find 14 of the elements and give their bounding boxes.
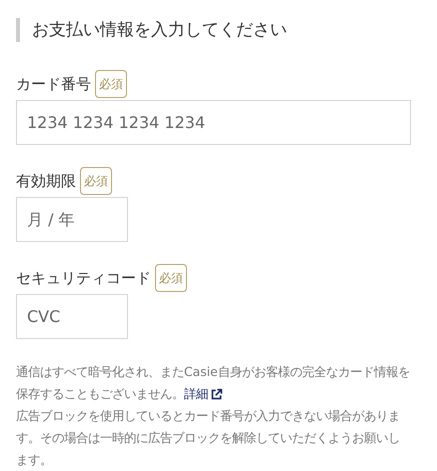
input-field[interactable]: CVC — [16, 294, 128, 339]
required-tag: 必須 — [80, 167, 112, 195]
input-field[interactable]: 月 / 年 — [16, 197, 128, 242]
field-label: 有効期限 — [16, 172, 76, 190]
notice-text: 通信はすべて暗号化され、またCasie自身がお客様の完全なカード情報を保存することもございません。詳細 — [16, 361, 411, 405]
input-field[interactable]: 1234 1234 1234 1234 — [16, 100, 411, 145]
external-link-icon — [210, 388, 223, 400]
required-tag: 必須 — [95, 70, 127, 98]
details-link[interactable]: 詳細 — [184, 383, 223, 405]
field-label: セキュリティコード — [16, 268, 151, 288]
field-label: カード番号 — [16, 74, 91, 94]
section-heading: お支払い情報を入力してください — [16, 18, 411, 42]
required-tag: 必須 — [155, 264, 187, 292]
notice-text: 広告ブロックを使用しているとカード番号が入力できない場合があります。その場合は一時的に広告ブロックを解除していただくようお願いします。 — [16, 407, 401, 469]
